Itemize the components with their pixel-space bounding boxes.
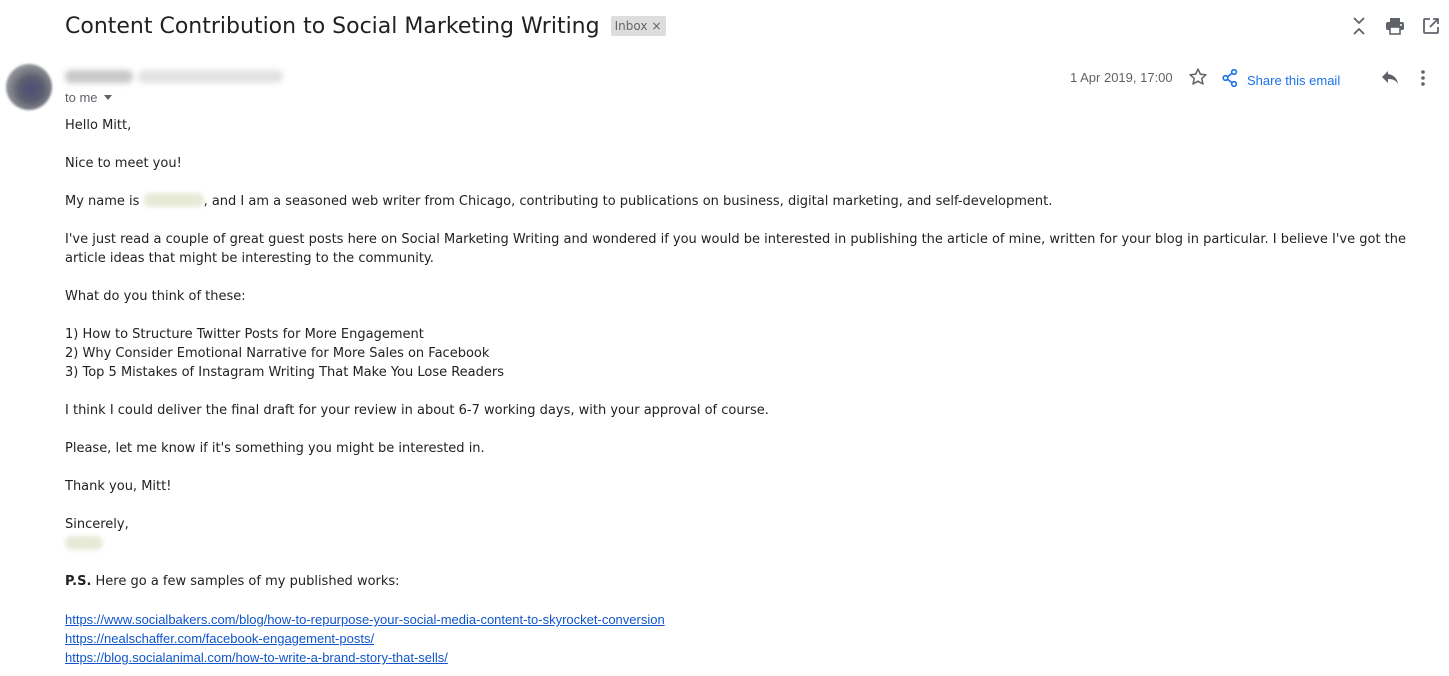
subject-row: Content Contribution to Social Marketing… — [65, 8, 666, 44]
inbox-label: Inbox — [614, 19, 648, 33]
thanks-line: Thank you, Mitt! — [65, 479, 172, 494]
sample-link-nealschaffer[interactable]: https://nealschaffer.com/facebook-engage… — [65, 629, 1443, 648]
email-body: Hello Mitt, Nice to meet you! My name is… — [65, 116, 1443, 667]
more-vert-icon[interactable] — [1420, 68, 1426, 93]
name-paragraph: My name is , and I am a seasoned web wri… — [65, 192, 1443, 211]
share-icon — [1222, 68, 1238, 92]
print-icon[interactable] — [1385, 14, 1405, 38]
ps-paragraph: P.S. Here go a few samples of my publish… — [65, 572, 1443, 591]
email-subject: Content Contribution to Social Marketing… — [65, 13, 600, 39]
thread-toolbar — [1349, 14, 1441, 38]
name-redacted — [143, 193, 204, 207]
signoff: Sincerely, — [65, 517, 129, 532]
reply-icon[interactable] — [1380, 68, 1400, 91]
question-line: What do you think of these: — [65, 289, 246, 304]
ps-text: Here go a few samples of my published wo… — [91, 574, 400, 589]
guest-post-paragraph: I've just read a couple of great guest p… — [65, 232, 1407, 266]
sample-links: https://www.socialbakers.com/blog/how-to… — [65, 610, 1443, 667]
sample-link-socialbakers[interactable]: https://www.socialbakers.com/blog/how-to… — [65, 610, 1443, 629]
sender-email-redacted — [138, 70, 283, 83]
star-icon[interactable] — [1188, 67, 1208, 92]
ps-label: P.S. — [65, 574, 92, 589]
chevron-down-icon — [103, 95, 112, 100]
inbox-label-chip[interactable]: Inbox × — [610, 16, 666, 36]
share-email-button[interactable]: Share this email — [1222, 68, 1341, 92]
recipient-details-toggle[interactable]: to me — [65, 90, 112, 105]
article-ideas-list: 1) How to Structure Twitter Posts for Mo… — [65, 325, 1443, 382]
expand-collapse-icon[interactable] — [1349, 14, 1369, 38]
sender-avatar[interactable] — [6, 64, 52, 110]
signature-redacted — [65, 536, 103, 550]
ask-paragraph: Please, let me know if it's something yo… — [65, 441, 485, 456]
remove-label-button[interactable]: × — [651, 20, 661, 32]
list-item: 3) Top 5 Mistakes of Instagram Writing T… — [65, 365, 505, 380]
share-email-label: Share this email — [1247, 73, 1341, 88]
greeting: Hello Mitt, — [65, 118, 132, 133]
list-item: 1) How to Structure Twitter Posts for Mo… — [65, 327, 424, 342]
name-suffix: , and I am a seasoned web writer from Ch… — [203, 194, 1053, 209]
name-prefix: My name is — [65, 194, 144, 209]
message-date: 1 Apr 2019, 17:00 — [1070, 70, 1173, 85]
sender-name-redacted — [65, 70, 133, 83]
delivery-paragraph: I think I could deliver the final draft … — [65, 403, 769, 418]
list-item: 2) Why Consider Emotional Narrative for … — [65, 346, 490, 361]
to-me-label: to me — [65, 90, 98, 105]
intro-line: Nice to meet you! — [65, 156, 182, 171]
sample-link-socialanimal[interactable]: https://blog.socialanimal.com/how-to-wri… — [65, 648, 1443, 667]
open-in-new-window-icon[interactable] — [1421, 14, 1441, 38]
